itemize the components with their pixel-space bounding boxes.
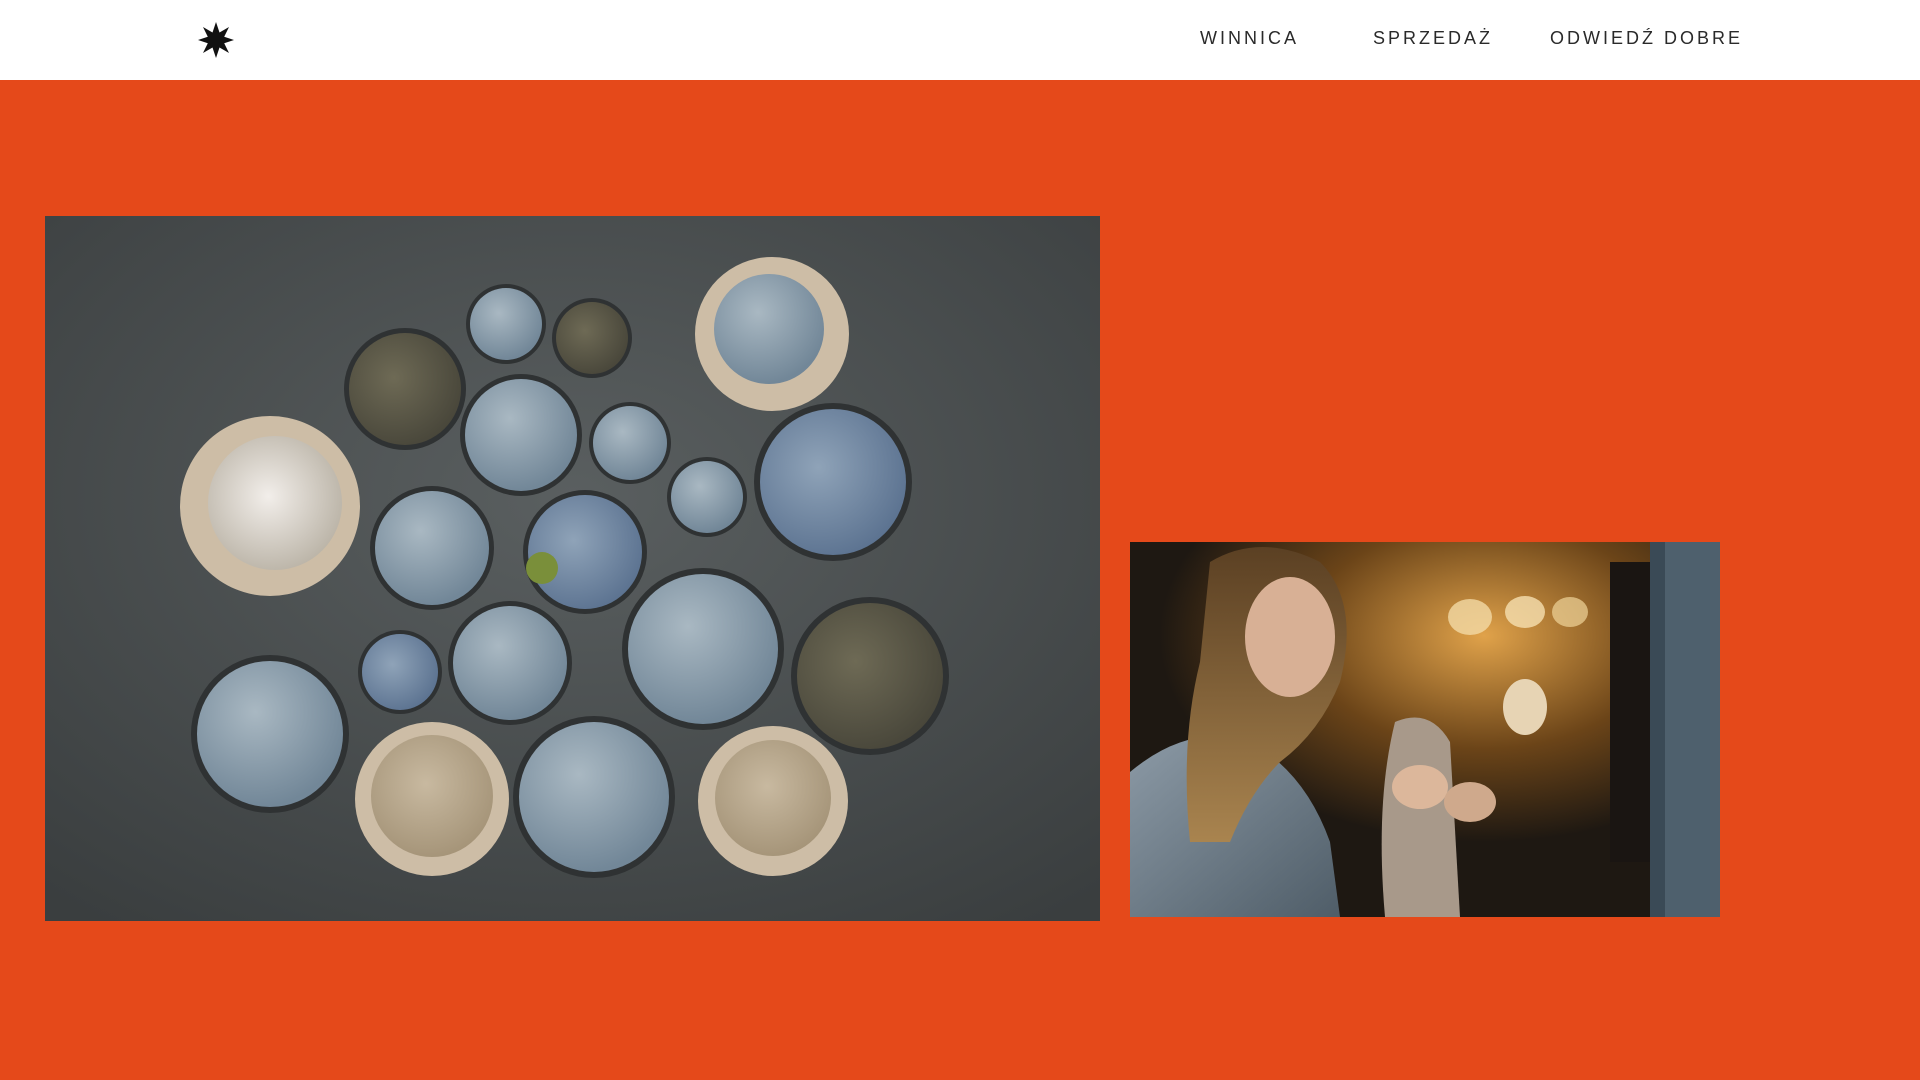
nav-item-odwiedz-dobre[interactable]: ODWIEDŹ DOBRE [1550, 28, 1743, 49]
site-header: WINNICA SPRZEDAŻ ODWIEDŹ DOBRE [0, 0, 1920, 80]
ceramic-plates-photo [45, 216, 1100, 921]
nav-item-sprzedaz[interactable]: SPRZEDAŻ [1373, 28, 1493, 49]
nav-item-winnica[interactable]: WINNICA [1200, 28, 1299, 49]
potter-woman-photo [1130, 542, 1720, 917]
logo-star-icon[interactable] [196, 20, 236, 60]
